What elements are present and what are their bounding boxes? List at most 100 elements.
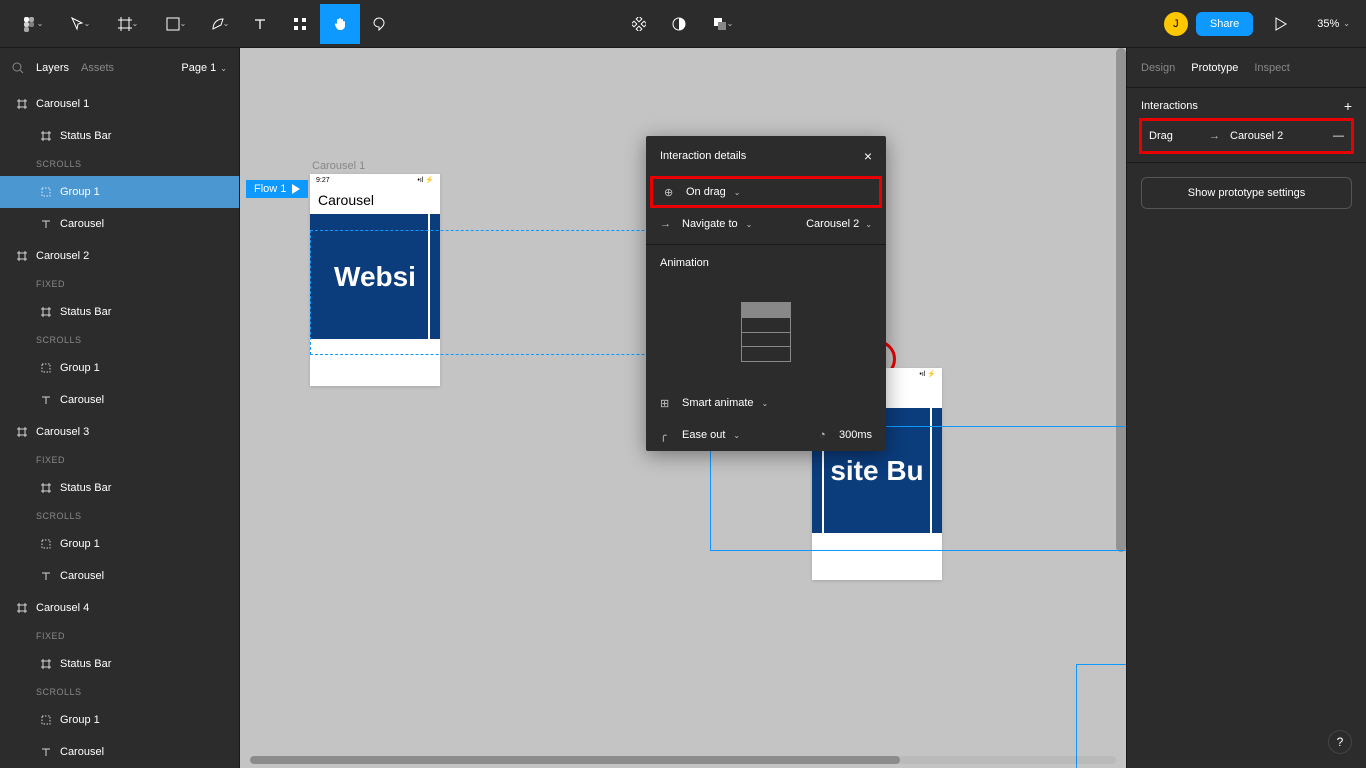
animation-section-label: Animation xyxy=(646,249,886,277)
figma-menu-button[interactable]: ⌄ xyxy=(8,4,56,44)
layer-row[interactable]: Carousel xyxy=(0,384,239,416)
layer-row[interactable]: Carousel xyxy=(0,736,239,768)
layer-type-icon xyxy=(40,395,52,405)
layer-label: Carousel xyxy=(60,746,104,758)
layer-row[interactable]: Group 1 xyxy=(0,352,239,384)
layer-row[interactable]: Carousel 1 xyxy=(0,88,239,120)
frame-label-carousel1[interactable]: Carousel 1 xyxy=(312,160,365,172)
layer-row[interactable]: Status Bar xyxy=(0,120,239,152)
show-prototype-settings-button[interactable]: Show prototype settings xyxy=(1141,177,1352,209)
horizontal-scrollbar[interactable] xyxy=(250,756,1116,764)
layer-label: Carousel xyxy=(60,570,104,582)
shape-tool-button[interactable]: ⌄ xyxy=(152,4,200,44)
offscreen-selection-outline xyxy=(1076,664,1126,768)
layer-row[interactable]: Carousel 3 xyxy=(0,416,239,448)
animation-type-row[interactable]: ⊞ Smart animate ⌄ xyxy=(646,387,886,419)
layer-row[interactable]: Status Bar xyxy=(0,648,239,680)
move-tool-button[interactable]: ⌄ xyxy=(56,4,104,44)
layer-section-label: FIXED xyxy=(0,272,239,296)
layer-label: Carousel xyxy=(60,218,104,230)
components-button[interactable] xyxy=(619,4,659,44)
tab-design[interactable]: Design xyxy=(1141,62,1175,74)
close-icon[interactable]: × xyxy=(864,148,872,164)
layer-label: Carousel 3 xyxy=(36,426,89,438)
layer-row[interactable]: Status Bar xyxy=(0,472,239,504)
tab-prototype[interactable]: Prototype xyxy=(1191,62,1238,74)
vertical-scrollbar[interactable] xyxy=(1116,48,1126,768)
clock-icon: ◔ xyxy=(819,429,833,441)
interaction-details-panel: Interaction details × ⊕ On drag ⌄ → Navi… xyxy=(646,136,886,451)
layer-row[interactable]: Group 1 xyxy=(0,176,239,208)
layer-type-icon xyxy=(40,219,52,229)
frame-title: Carousel xyxy=(310,186,440,214)
top-toolbar: ⌄ ⌄ ⌄ ⌄ ⌄ xyxy=(0,0,1366,48)
help-button[interactable]: ? xyxy=(1328,730,1352,754)
comment-tool-button[interactable] xyxy=(360,4,400,44)
layer-type-icon xyxy=(40,715,52,725)
layer-label: Carousel 1 xyxy=(36,98,89,110)
drag-icon: ⊕ xyxy=(664,186,678,199)
layers-list: Carousel 1Status BarSCROLLSGroup 1Carous… xyxy=(0,88,239,768)
layer-type-icon xyxy=(40,363,52,373)
layer-type-icon xyxy=(40,187,52,197)
layer-type-icon xyxy=(40,131,52,141)
layer-type-icon xyxy=(40,659,52,669)
layer-type-icon xyxy=(40,307,52,317)
frame-tool-button[interactable]: ⌄ xyxy=(104,4,152,44)
layer-type-icon xyxy=(16,603,28,613)
interactions-section-label: Interactions xyxy=(1141,100,1198,112)
layer-row[interactable]: Status Bar xyxy=(0,296,239,328)
zoom-level[interactable]: 35%⌄ xyxy=(1309,18,1358,30)
search-icon[interactable] xyxy=(12,62,24,74)
layer-type-icon xyxy=(40,483,52,493)
flow-start-badge[interactable]: Flow 1 xyxy=(246,180,308,198)
add-interaction-button[interactable]: + xyxy=(1344,98,1352,114)
smart-animate-icon: ⊞ xyxy=(660,397,674,410)
interaction-item[interactable]: Drag → Carousel 2 — xyxy=(1141,120,1352,152)
layer-label: Status Bar xyxy=(60,306,111,318)
user-avatar[interactable]: J xyxy=(1164,12,1188,36)
pen-tool-button[interactable]: ⌄ xyxy=(200,4,240,44)
layer-row[interactable]: Carousel 2 xyxy=(0,240,239,272)
present-button[interactable] xyxy=(1261,4,1301,44)
tab-layers[interactable]: Layers xyxy=(36,62,69,74)
arrow-right-icon: → xyxy=(1209,130,1220,142)
layer-row[interactable]: Group 1 xyxy=(0,528,239,560)
share-button[interactable]: Share xyxy=(1196,12,1253,36)
layer-label: Carousel 2 xyxy=(36,250,89,262)
layer-label: Carousel xyxy=(60,394,104,406)
layer-row[interactable]: Carousel xyxy=(0,560,239,592)
layer-label: Group 1 xyxy=(60,538,100,550)
tab-assets[interactable]: Assets xyxy=(81,62,114,74)
canvas[interactable]: Flow 1 Carousel 1 9:27•ıl ⚡ Carousel Web… xyxy=(240,48,1126,768)
trigger-row[interactable]: ⊕ On drag ⌄ xyxy=(650,176,882,208)
layer-type-icon xyxy=(40,747,52,757)
layer-row[interactable]: Carousel 4 xyxy=(0,592,239,624)
text-tool-button[interactable] xyxy=(240,4,280,44)
hand-tool-button[interactable] xyxy=(320,4,360,44)
right-panel: Design Prototype Inspect Interactions + … xyxy=(1126,48,1366,768)
mask-button[interactable] xyxy=(659,4,699,44)
layer-section-label: SCROLLS xyxy=(0,504,239,528)
layer-label: Status Bar xyxy=(60,658,111,670)
remove-interaction-button[interactable]: — xyxy=(1333,130,1344,142)
layer-section-label: FIXED xyxy=(0,624,239,648)
layer-type-icon xyxy=(16,99,28,109)
ease-curve-icon: ╭ xyxy=(660,429,674,442)
layer-section-label: SCROLLS xyxy=(0,328,239,352)
layer-type-icon xyxy=(16,427,28,437)
layer-label: Group 1 xyxy=(60,186,100,198)
easing-row[interactable]: ╭ Ease out ⌄ ◔300ms xyxy=(646,419,886,451)
layer-row[interactable]: Carousel xyxy=(0,208,239,240)
page-selector[interactable]: Page 1⌄ xyxy=(181,62,227,74)
action-row[interactable]: → Navigate to ⌄ Carousel 2⌄ xyxy=(646,208,886,240)
left-panel: Layers Assets Page 1⌄ Carousel 1 Status B… xyxy=(0,48,240,768)
layer-type-icon xyxy=(40,571,52,581)
arrow-right-icon: → xyxy=(660,218,674,230)
tab-inspect[interactable]: Inspect xyxy=(1254,62,1289,74)
boolean-button[interactable]: ⌄ xyxy=(699,4,747,44)
layer-section-label: SCROLLS xyxy=(0,152,239,176)
layer-section-label: SCROLLS xyxy=(0,680,239,704)
resources-tool-button[interactable] xyxy=(280,4,320,44)
layer-row[interactable]: Group 1 xyxy=(0,704,239,736)
